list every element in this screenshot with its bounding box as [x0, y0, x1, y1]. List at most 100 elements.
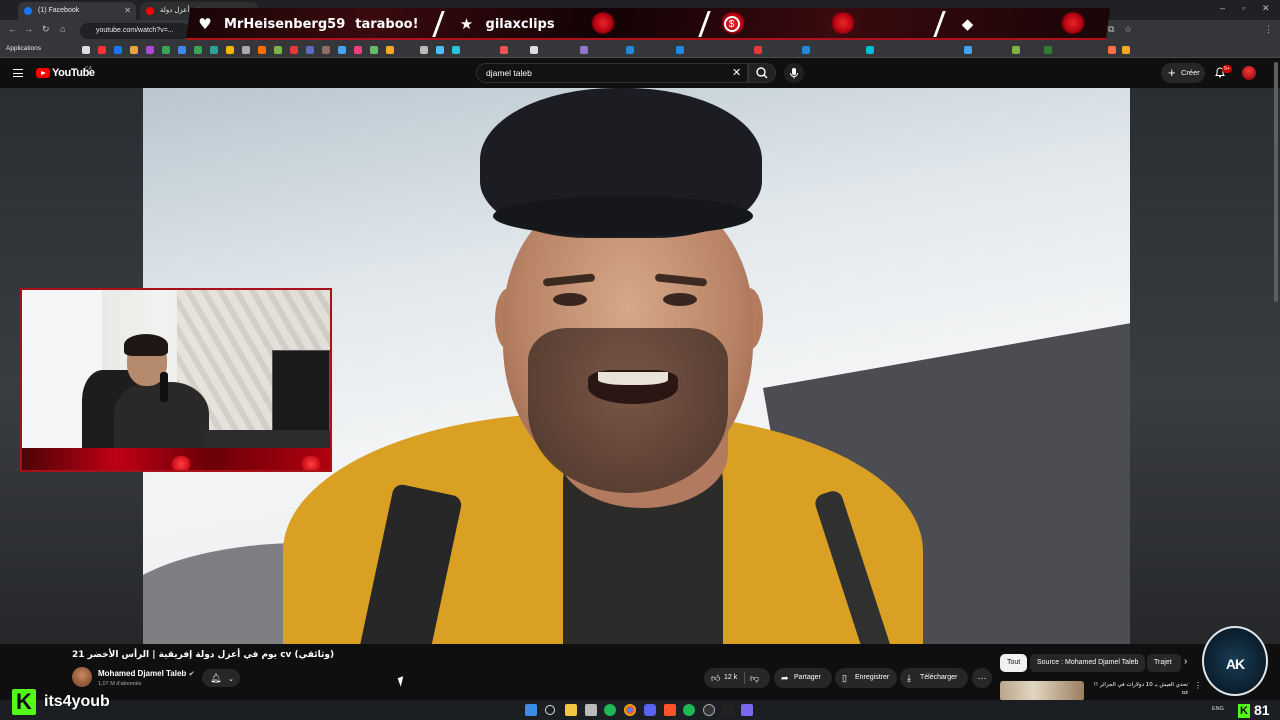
search-input[interactable]: djamel taleb: [476, 63, 748, 83]
window-close-icon[interactable]: ✕: [1262, 3, 1270, 14]
start-icon[interactable]: [525, 704, 537, 716]
url-field[interactable]: youtube.com/watch?v=...: [80, 23, 190, 39]
install-icon[interactable]: ⧉: [1108, 24, 1114, 35]
more-actions-button[interactable]: ⋯: [972, 668, 992, 688]
bookmark-icon[interactable]: [1122, 46, 1130, 54]
bookmark-icon[interactable]: [1108, 46, 1116, 54]
bookmark-icon[interactable]: [98, 46, 106, 54]
page-scrollbar[interactable]: [1274, 62, 1278, 302]
share-icon: ➦: [781, 673, 789, 683]
chip-trajet[interactable]: Trajet: [1147, 654, 1181, 672]
bookmark-icon[interactable]: [226, 46, 234, 54]
bookmark-icon[interactable]: [130, 46, 138, 54]
bookmark-icon[interactable]: [964, 46, 972, 54]
search-button[interactable]: [748, 63, 776, 83]
bookmark-icon[interactable]: [500, 46, 508, 54]
bookmark-icon[interactable]: [274, 46, 282, 54]
file-explorer-icon[interactable]: [565, 704, 577, 716]
account-avatar[interactable]: [1242, 66, 1256, 80]
download-button[interactable]: ⤓ Télécharger: [900, 668, 968, 688]
bookmark-icon[interactable]: [866, 46, 874, 54]
app-icon[interactable]: [722, 704, 734, 716]
bookmark-icon[interactable]: [82, 46, 90, 54]
bookmark-icon[interactable]: [754, 46, 762, 54]
obs-icon[interactable]: [703, 704, 715, 716]
bookmark-icon[interactable]: [1012, 46, 1020, 54]
menu-icon[interactable]: [13, 69, 23, 77]
bookmark-icon[interactable]: [194, 46, 202, 54]
overlay-separator: [697, 11, 711, 37]
bookmark-icon[interactable]: [146, 46, 154, 54]
maximize-icon[interactable]: ▫: [1242, 3, 1245, 13]
bookmark-icon[interactable]: [420, 46, 428, 54]
youtube-logo-icon[interactable]: [36, 68, 50, 78]
clear-search-icon[interactable]: ✕: [732, 66, 741, 80]
bookmark-icon[interactable]: [258, 46, 266, 54]
search-icon[interactable]: [545, 705, 555, 715]
recommendation-thumbnail[interactable]: [1000, 681, 1084, 701]
keyboard-language[interactable]: ENG: [1212, 706, 1224, 712]
recommendation-title[interactable]: تحدي العيش بـ 10 دولارات في الجزائر !! o…: [1088, 681, 1188, 697]
bookmark-icon[interactable]: [162, 46, 170, 54]
xbox-icon[interactable]: [604, 704, 616, 716]
kick-logo-icon: K: [12, 689, 36, 715]
spotify-icon[interactable]: [683, 704, 695, 716]
app-icon[interactable]: [741, 704, 753, 716]
bookmark-icon[interactable]: [676, 46, 684, 54]
chip-source[interactable]: Source : Mohamed Djamel Taleb: [1030, 654, 1146, 672]
recommendation-more-icon[interactable]: ⋮: [1194, 681, 1202, 690]
bookmark-icon[interactable]: [386, 46, 394, 54]
share-button[interactable]: ➦ Partager: [774, 668, 832, 688]
bookmark-icon[interactable]: [626, 46, 634, 54]
chevron-down-icon: ⌄: [227, 676, 234, 683]
subscription-bell-button[interactable]: 🔔︎ ⌄: [202, 669, 240, 687]
viewer-count: 81: [1254, 702, 1270, 718]
bookmark-icon[interactable]: [290, 46, 298, 54]
stream-alert-host: ★ gilaxclips: [458, 15, 555, 33]
channel-avatar[interactable]: [72, 667, 92, 687]
youtube-icon: [146, 7, 154, 15]
bookmark-icon[interactable]: [338, 46, 346, 54]
voice-search-button[interactable]: [784, 63, 804, 83]
like-button[interactable]: 👍︎ 12 k: [704, 668, 770, 688]
bookmark-icon[interactable]: [210, 46, 218, 54]
save-button[interactable]: ▯ Enregistrer: [835, 668, 897, 688]
bookmark-icon[interactable]: [370, 46, 378, 54]
create-label: Créer: [1181, 68, 1200, 77]
bookmark-icon[interactable]: [178, 46, 186, 54]
chip-all[interactable]: Tout: [1000, 654, 1028, 672]
menu-icon[interactable]: ⋮: [1264, 24, 1273, 35]
bookmark-icon[interactable]: [322, 46, 330, 54]
bookmark-icon[interactable]: [452, 46, 460, 54]
bookmark-icon[interactable]: [242, 46, 250, 54]
chrome-icon[interactable]: [624, 704, 636, 716]
video-scene-beard: [528, 328, 728, 493]
bookmark-icon[interactable]: [306, 46, 314, 54]
discord-icon[interactable]: [644, 704, 656, 716]
bookmark-icon[interactable]: [436, 46, 444, 54]
bookmark-icon[interactable]: [114, 46, 122, 54]
store-icon[interactable]: [585, 704, 597, 716]
brave-icon[interactable]: [664, 704, 676, 716]
tab-facebook[interactable]: (1) Facebook ✕: [18, 2, 136, 20]
reload-icon[interactable]: ↻: [42, 24, 50, 35]
channel-name[interactable]: Mohamed Djamel Taleb ✔: [98, 669, 194, 678]
bookmark-icon[interactable]: [580, 46, 588, 54]
diamond-icon: ◆: [961, 16, 974, 33]
create-button[interactable]: + Créer: [1161, 63, 1205, 83]
home-icon[interactable]: ⌂: [60, 24, 65, 34]
bookmark-icon[interactable]: [354, 46, 362, 54]
bookmark-icon[interactable]: [530, 46, 538, 54]
forward-icon[interactable]: →: [24, 24, 33, 34]
back-icon[interactable]: ←: [8, 24, 17, 34]
thumbs-down-icon[interactable]: 👎︎: [750, 668, 759, 688]
bookmark-star-icon[interactable]: ☆: [1124, 24, 1132, 35]
close-icon[interactable]: ✕: [124, 2, 131, 20]
minimize-icon[interactable]: –: [1220, 3, 1225, 13]
windows-taskbar: [0, 700, 1280, 720]
bookmarks-apps[interactable]: Applications: [6, 45, 41, 52]
chevron-right-icon[interactable]: ›: [1184, 656, 1187, 667]
webcam-person-hair: [124, 334, 168, 356]
bookmark-icon[interactable]: [1044, 46, 1052, 54]
bookmark-icon[interactable]: [802, 46, 810, 54]
